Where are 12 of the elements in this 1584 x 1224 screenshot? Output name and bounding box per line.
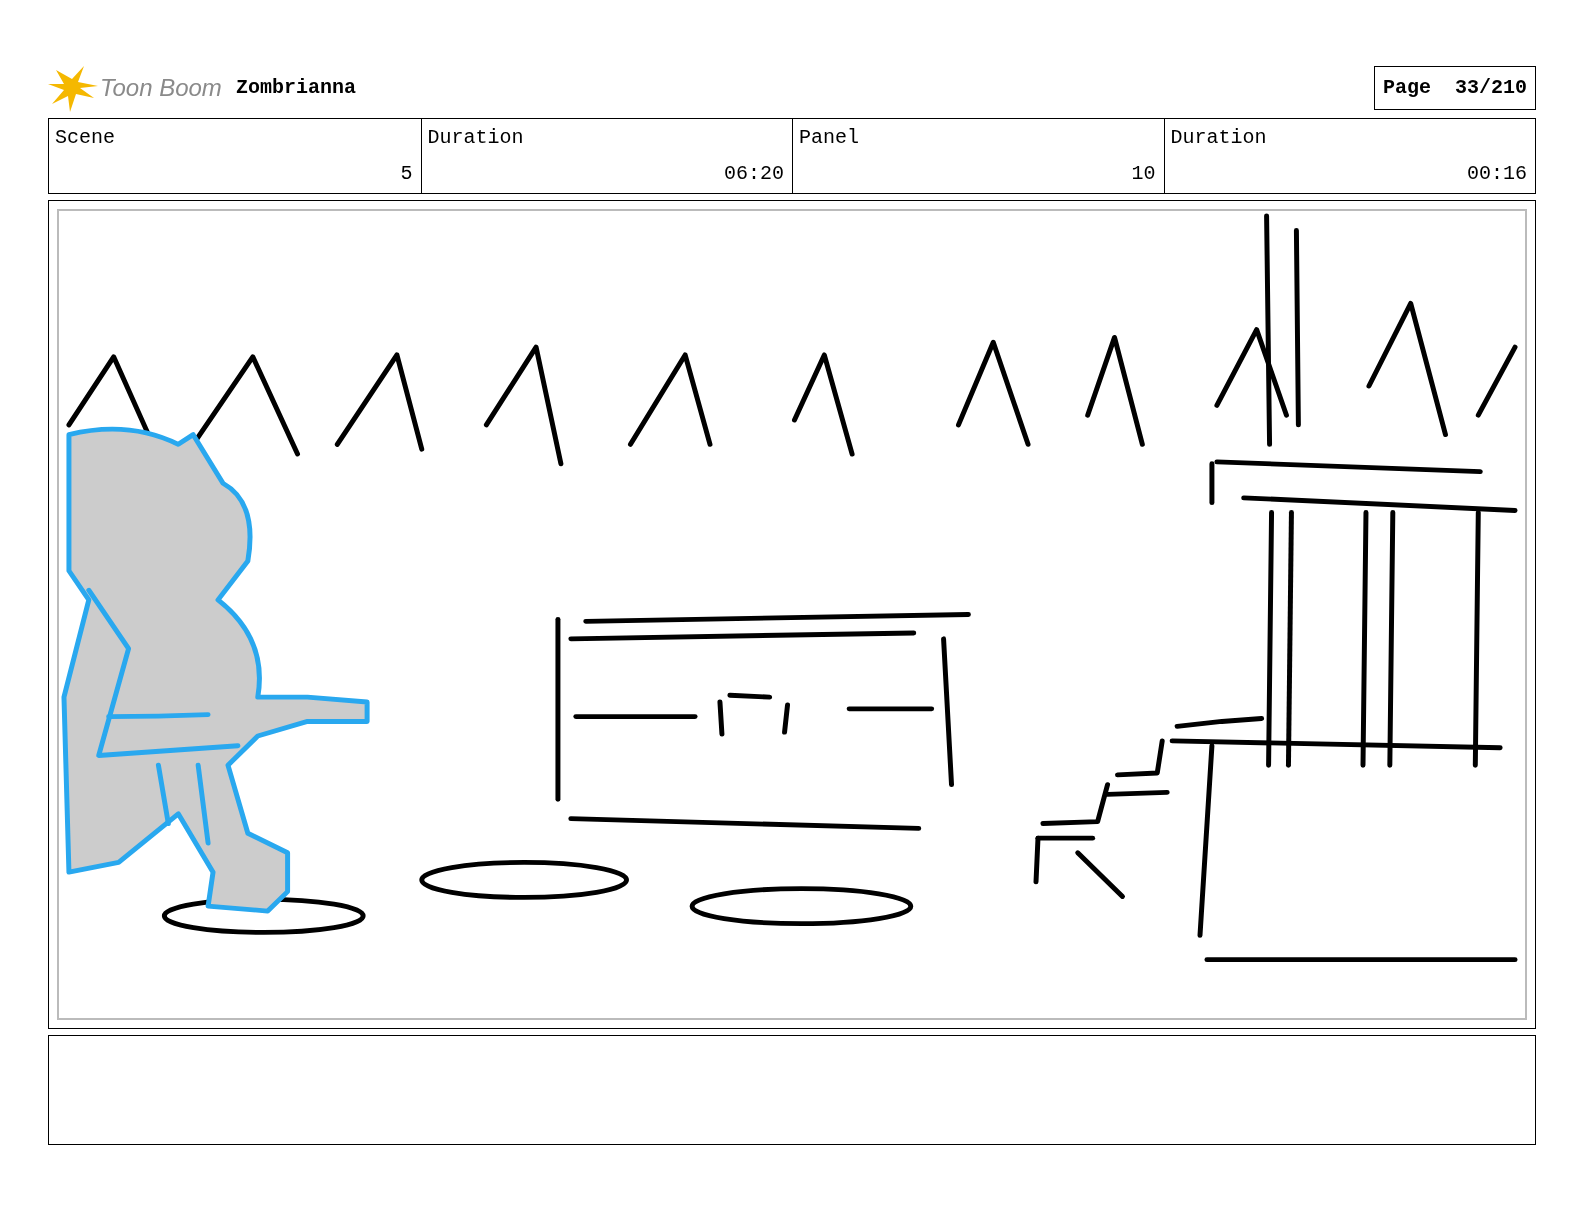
page-number: 33/210 [1455, 75, 1527, 101]
field-label: Scene [55, 125, 116, 151]
logo-text: Toon Boom [100, 73, 222, 103]
field-value: 06:20 [723, 161, 784, 187]
field-value: 00:16 [1466, 161, 1527, 187]
page-label: Page [1382, 75, 1431, 101]
field-value: 5 [399, 161, 413, 187]
project-title: Zombrianna [235, 75, 356, 101]
field-label: Duration [427, 125, 525, 151]
field-value: 10 [1130, 161, 1156, 187]
field-label: Duration [1170, 125, 1268, 151]
field-label: Panel [799, 125, 860, 151]
